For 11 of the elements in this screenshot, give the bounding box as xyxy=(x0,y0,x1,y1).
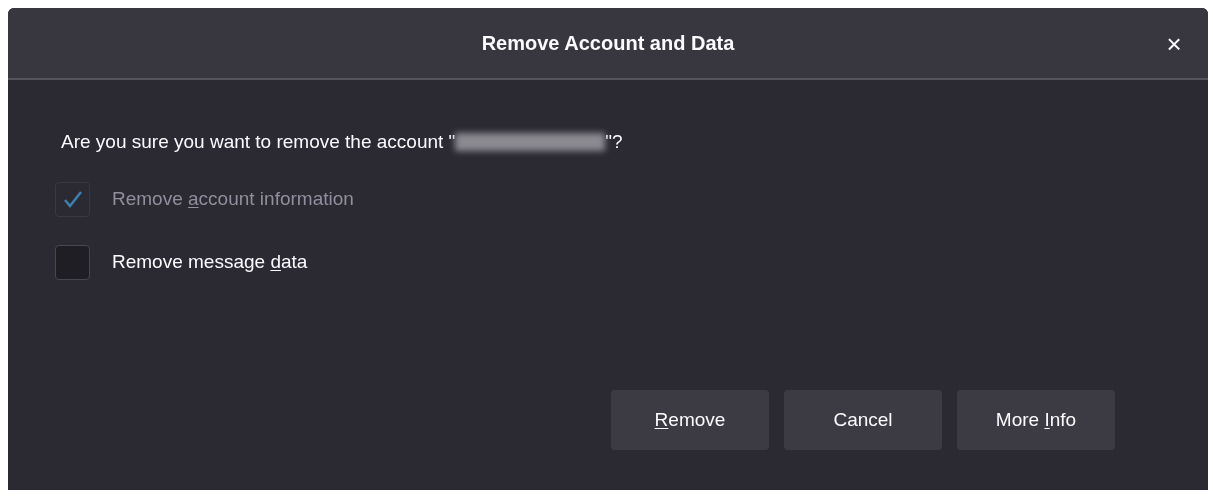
confirmation-text-end: "? xyxy=(605,130,623,154)
dialog-button[interactable]: Cancel xyxy=(784,390,942,450)
checkbox-label: Remove message data xyxy=(112,249,308,274)
checkbox[interactable] xyxy=(55,244,90,280)
dialog-button[interactable]: More Info xyxy=(957,390,1115,450)
checkbox-label: Remove account information xyxy=(112,186,354,211)
checkmark-icon xyxy=(62,190,83,208)
confirmation-text: Are you sure you want to remove the account " xyxy=(61,130,456,154)
dialog-button[interactable]: Remove xyxy=(611,390,769,450)
close-button[interactable]: × xyxy=(1158,28,1190,60)
dialog-title: Remove Account and Data xyxy=(481,31,735,56)
